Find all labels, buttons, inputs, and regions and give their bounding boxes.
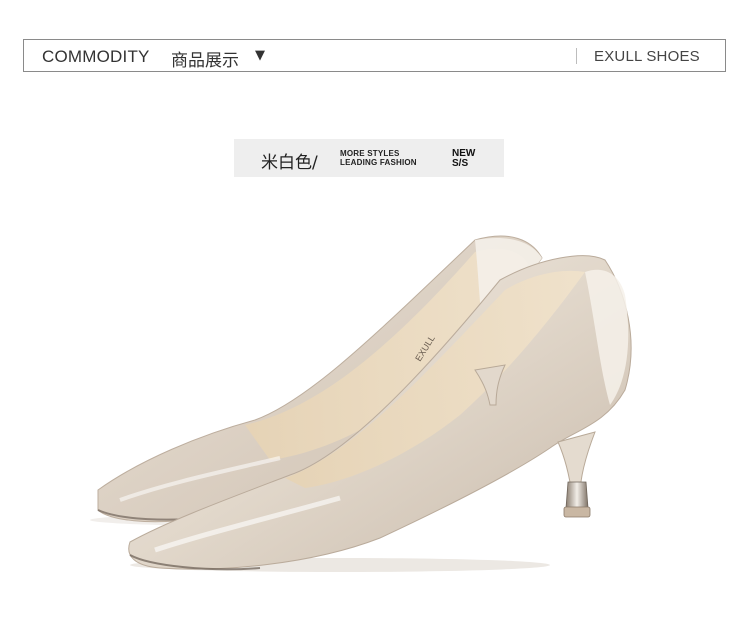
front-shoe (128, 255, 632, 571)
season-label: NEW S/S (452, 149, 475, 169)
brand-name: EXULL SHOES (594, 48, 700, 65)
header-divider (576, 48, 577, 64)
tagline: MORE STYLES LEADING FASHION (340, 149, 417, 167)
product-photo: EXULL (90, 235, 632, 572)
color-tag: 米白色/ MORE STYLES LEADING FASHION NEW S/S (234, 139, 504, 177)
season-line-2: S/S (452, 158, 469, 169)
tagline-line-1: MORE STYLES (340, 149, 400, 158)
section-title: COMMODITY (42, 47, 150, 66)
section-subtitle: 商品展示 (171, 51, 239, 71)
triangle-down-icon[interactable]: ▼ (255, 48, 265, 63)
tagline-line-2: LEADING FASHION (340, 158, 417, 167)
color-name: 米白色/ (261, 153, 318, 173)
section-header: COMMODITY 商品展示 ▼ EXULL SHOES (23, 39, 726, 72)
